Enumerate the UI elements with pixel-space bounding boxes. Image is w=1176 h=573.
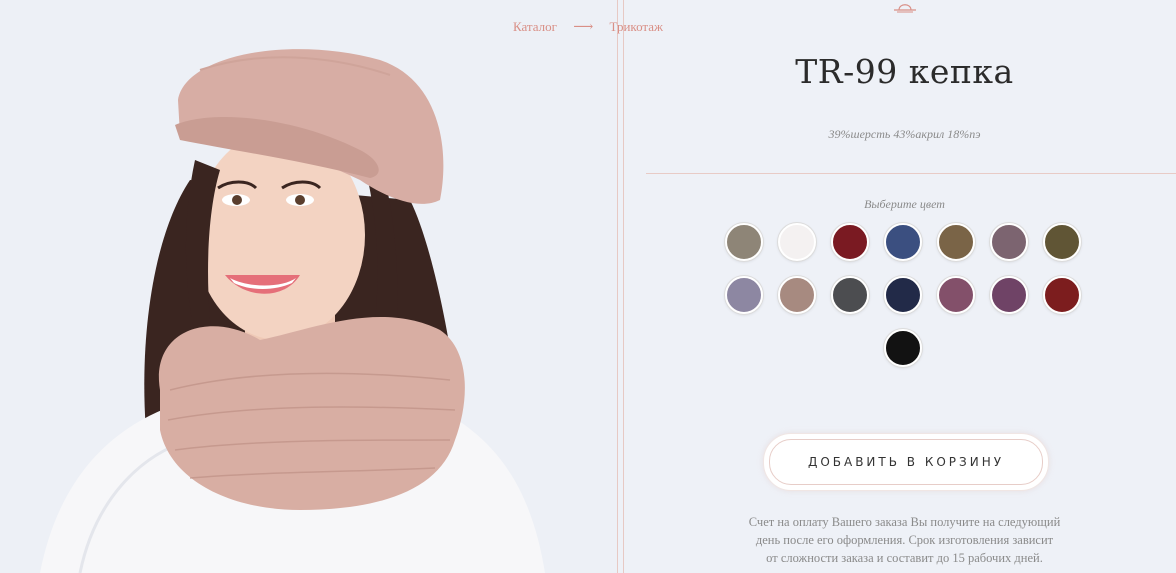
color-swatch[interactable] bbox=[1043, 223, 1081, 261]
color-swatch[interactable] bbox=[937, 276, 975, 314]
color-swatch[interactable] bbox=[937, 223, 975, 261]
color-swatch[interactable] bbox=[831, 223, 869, 261]
color-swatch[interactable] bbox=[831, 276, 869, 314]
product-photo bbox=[0, 0, 617, 573]
hat-icon bbox=[894, 4, 916, 13]
note-line: Счет на оплату Вашего заказа Вы получите… bbox=[748, 515, 1061, 529]
color-swatch[interactable] bbox=[884, 223, 922, 261]
add-to-cart-frame: ДОБАВИТЬ В КОРЗИНУ bbox=[763, 433, 1049, 491]
arrow-right-icon: ⟶ bbox=[573, 20, 594, 35]
color-swatch[interactable] bbox=[778, 276, 816, 314]
color-swatch[interactable] bbox=[990, 223, 1028, 261]
model-illustration bbox=[40, 49, 545, 573]
color-label: Выберите цвет bbox=[864, 197, 945, 211]
divider-line bbox=[617, 0, 618, 573]
section-divider bbox=[646, 173, 1176, 174]
payment-note: Счет на оплату Вашего заказа Вы получите… bbox=[620, 513, 1176, 567]
add-to-cart-button[interactable]: ДОБАВИТЬ В КОРЗИНУ bbox=[769, 439, 1043, 485]
color-swatch[interactable] bbox=[884, 329, 922, 367]
product-composition: 39%шерсть 43%акрил 18%пэ bbox=[828, 127, 981, 141]
color-swatch[interactable] bbox=[884, 276, 922, 314]
breadcrumb-catalog[interactable]: Каталог bbox=[513, 19, 557, 34]
note-line: от сложности заказа и составит до 15 раб… bbox=[766, 551, 1043, 565]
color-swatch[interactable] bbox=[725, 276, 763, 314]
color-swatch[interactable] bbox=[778, 223, 816, 261]
note-line: день после его оформления. Срок изготовл… bbox=[755, 533, 1054, 547]
breadcrumb-knitwear[interactable]: Трикотаж bbox=[610, 19, 663, 34]
product-title: TR-99 кепка bbox=[795, 52, 1014, 91]
color-swatch[interactable] bbox=[1043, 276, 1081, 314]
color-swatch[interactable] bbox=[990, 276, 1028, 314]
breadcrumb: Каталог ⟶ Трикотаж bbox=[0, 19, 1176, 36]
color-swatch[interactable] bbox=[725, 223, 763, 261]
